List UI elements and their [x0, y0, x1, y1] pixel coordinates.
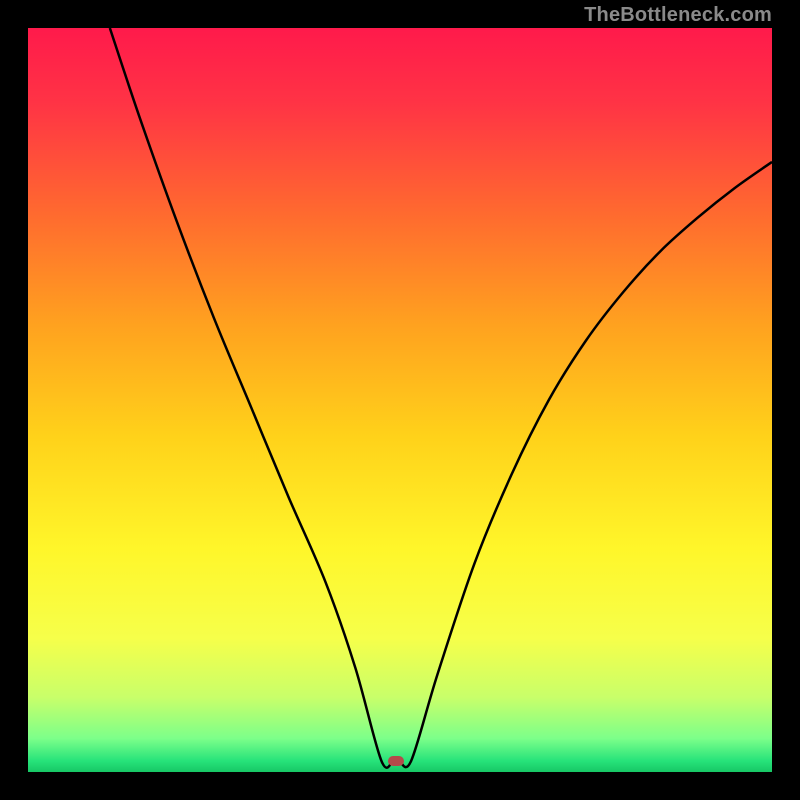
- chart-frame: TheBottleneck.com: [0, 0, 800, 800]
- watermark-text: TheBottleneck.com: [584, 4, 772, 27]
- chart-svg: [28, 28, 772, 772]
- plot-area: [28, 28, 772, 772]
- gradient-background: [28, 28, 772, 772]
- optimal-point-marker: [388, 756, 404, 766]
